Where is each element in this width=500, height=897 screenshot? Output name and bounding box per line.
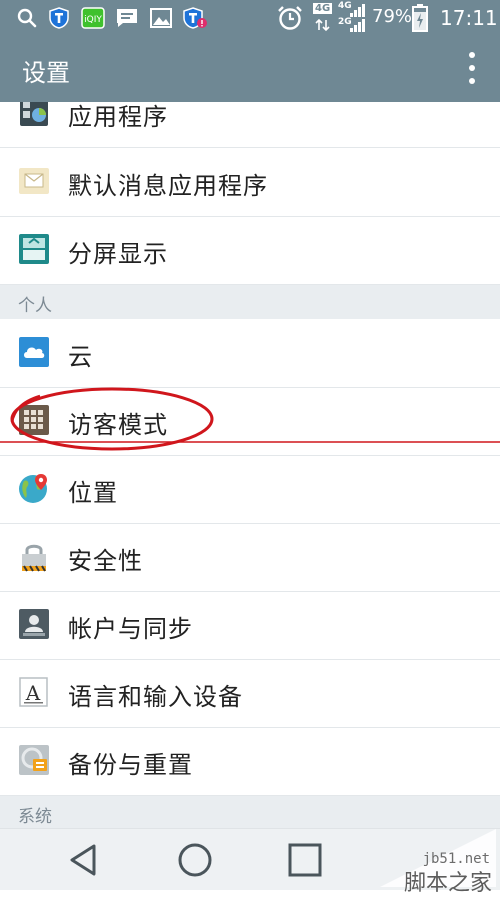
settings-item-label: 分屏显示 <box>68 240 168 268</box>
alarm-icon <box>278 6 302 30</box>
watermark-name: 脚本之家 <box>403 871 492 896</box>
backup-icon <box>19 745 49 775</box>
settings-item-language-input[interactable]: A 语言和输入设备 <box>0 659 500 728</box>
message-icon <box>117 9 137 27</box>
highlight-circle <box>0 387 500 451</box>
shield-alert-icon <box>183 7 207 29</box>
settings-item-label: 备份与重置 <box>68 751 193 779</box>
signal-icon <box>350 4 365 32</box>
shield-icon <box>49 7 69 29</box>
svg-text:A: A <box>25 681 41 705</box>
lock-icon <box>22 544 46 572</box>
page-title: 设置 <box>22 59 70 87</box>
settings-item-apps[interactable]: 应用程序 <box>0 102 500 148</box>
settings-item-label: 语言和输入设备 <box>68 683 243 711</box>
account-icon <box>19 609 49 639</box>
section-title: 个人 <box>18 296 52 316</box>
settings-item-default-messaging[interactable]: 默认消息应用程序 <box>0 148 500 217</box>
settings-item-label: 应用程序 <box>68 103 168 131</box>
home-icon[interactable] <box>176 841 214 879</box>
section-title: 系统 <box>18 807 52 827</box>
cloud-icon <box>19 337 49 367</box>
data-arrows-icon <box>315 18 330 32</box>
section-header-personal: 个人 <box>0 285 500 319</box>
settings-item-label: 帐户与同步 <box>68 615 193 643</box>
svg-text:iQIY: iQIY <box>84 15 102 25</box>
location-icon <box>19 474 47 503</box>
iqiyi-icon: iQIY <box>81 7 105 29</box>
language-icon: A <box>19 677 48 707</box>
status-bar: iQIY 4G 4G 2G 79% 17:11 <box>0 0 500 36</box>
section-header-system: 系统 <box>0 796 500 828</box>
settings-item-split-screen[interactable]: 分屏显示 <box>0 216 500 285</box>
settings-item-cloud[interactable]: 云 <box>0 319 500 388</box>
battery-percent: 79% <box>372 6 413 27</box>
settings-item-label: 云 <box>68 343 93 371</box>
settings-item-label: 安全性 <box>68 547 143 575</box>
overflow-menu-icon[interactable] <box>468 52 476 86</box>
settings-item-label: 默认消息应用程序 <box>68 172 268 200</box>
clock: 17:11 <box>440 6 498 30</box>
apps-icon <box>20 102 48 126</box>
settings-item-backup-reset[interactable]: 备份与重置 <box>0 727 500 796</box>
back-icon[interactable] <box>66 841 104 879</box>
settings-item-security[interactable]: 安全性 <box>0 523 500 592</box>
message-app-icon <box>19 168 49 194</box>
settings-item-accounts-sync[interactable]: 帐户与同步 <box>0 591 500 660</box>
app-bar: 设置 <box>0 36 500 102</box>
watermark: jb51.net 脚本之家 <box>380 829 496 896</box>
settings-item-label: 位置 <box>68 479 118 507</box>
network-type-label: 4G <box>313 3 333 14</box>
recents-icon[interactable] <box>286 841 324 879</box>
settings-list: 应用程序 默认消息应用程序 分屏显示 个人 云 访客模式 位置 安全性 帐户与同… <box>0 102 500 828</box>
gallery-icon <box>150 8 172 28</box>
battery-charging-icon <box>412 4 428 32</box>
split-screen-icon <box>19 234 49 264</box>
settings-item-location[interactable]: 位置 <box>0 455 500 524</box>
search-icon <box>17 8 37 28</box>
